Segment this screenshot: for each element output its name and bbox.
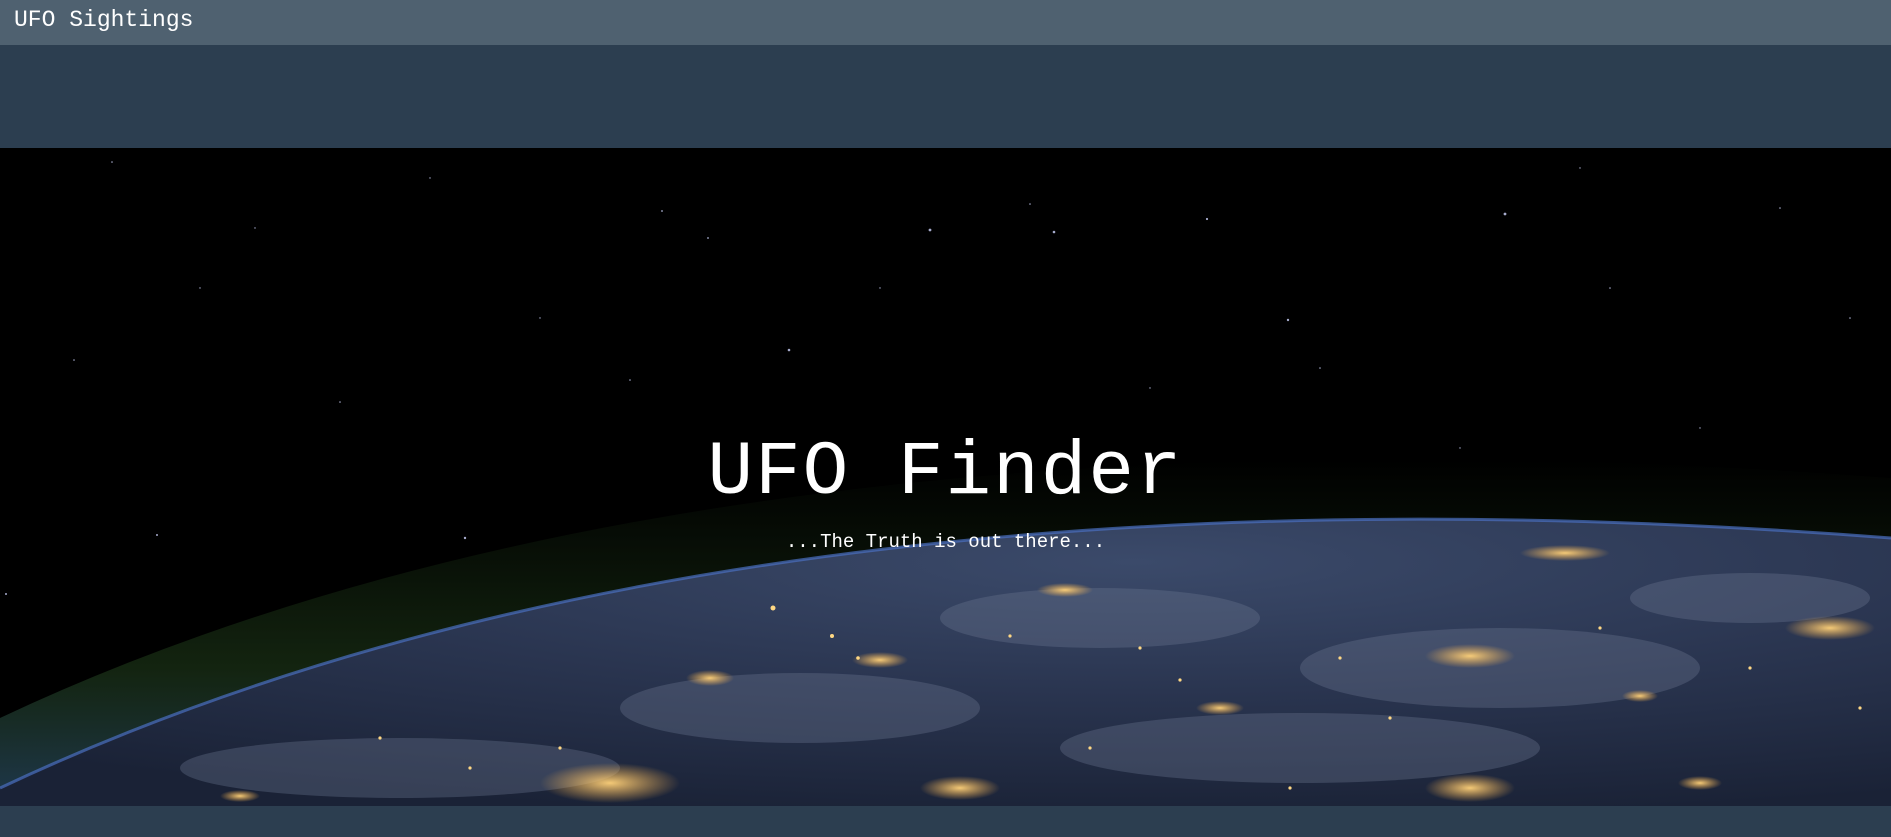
footer-band bbox=[0, 806, 1891, 837]
header-band bbox=[0, 45, 1891, 148]
hero-subtitle: ...The Truth is out there... bbox=[785, 531, 1106, 553]
navbar-brand-link[interactable]: UFO Sightings bbox=[14, 5, 193, 35]
top-navbar: UFO Sightings bbox=[0, 0, 1891, 45]
hero-banner: UFO Finder ...The Truth is out there... bbox=[0, 148, 1891, 806]
hero-title: UFO Finder bbox=[707, 430, 1184, 516]
